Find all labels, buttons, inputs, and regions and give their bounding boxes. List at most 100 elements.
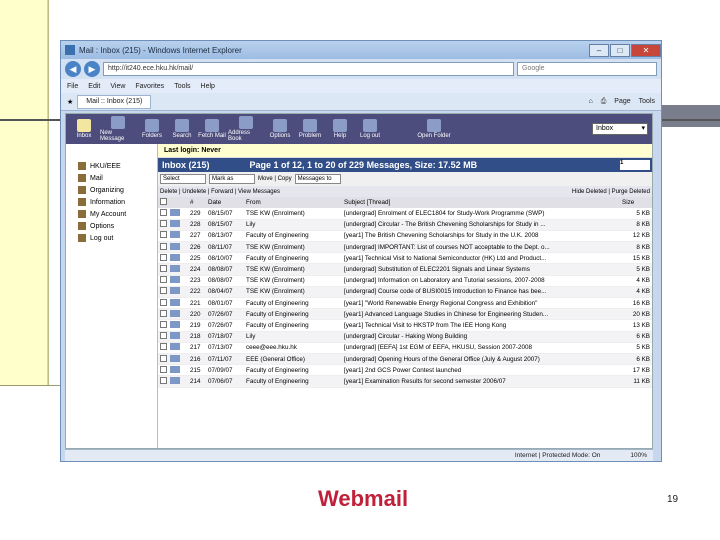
toolbar-new-message[interactable]: New Message bbox=[100, 116, 136, 142]
row-checkbox[interactable] bbox=[158, 375, 168, 388]
table-row[interactable]: 229 08/15/07 TSE KW (Enrolment) [undergrad]… bbox=[158, 208, 652, 220]
back-icon[interactable]: ◀ bbox=[65, 61, 81, 77]
row-checkbox[interactable] bbox=[158, 219, 168, 231]
row-from[interactable]: TSE KW (Enrolment) bbox=[244, 241, 342, 254]
actions-left[interactable]: Delete | Undelete | Forward | View Messa… bbox=[160, 189, 280, 195]
row-from[interactable]: Faculty of Engineering bbox=[244, 230, 342, 243]
row-subject[interactable]: [year1] "World Renewable Energy Regional… bbox=[342, 297, 620, 310]
row-from[interactable]: Faculty of Engineering bbox=[244, 308, 342, 321]
row-subject[interactable]: [undergrad] Opening Hours of the General… bbox=[342, 353, 620, 366]
toolbar-problem[interactable]: Problem bbox=[296, 119, 324, 139]
sidebar-item-my-account[interactable]: My Account bbox=[66, 208, 157, 220]
row-from[interactable]: Lily bbox=[244, 219, 342, 231]
toolbar-search[interactable]: Search bbox=[168, 119, 196, 139]
toolbar-fetch-mail[interactable]: Fetch Mail bbox=[198, 119, 226, 139]
table-row[interactable]: 220 07/26/07 Faculty of Engineering [year1]… bbox=[158, 308, 652, 321]
table-row[interactable]: 216 07/11/07 EEE (General Office) [undergra… bbox=[158, 353, 652, 366]
row-checkbox[interactable] bbox=[158, 342, 168, 354]
select-dropdown[interactable]: Select bbox=[160, 174, 206, 184]
row-subject[interactable]: [year1] Examination Results for second s… bbox=[342, 375, 620, 388]
sidebar-item-information[interactable]: Information bbox=[66, 196, 157, 208]
actions-right[interactable]: Hide Deleted | Purge Deleted bbox=[572, 189, 652, 195]
table-row[interactable]: 226 08/11/07 TSE KW (Enrolment) [undergrad]… bbox=[158, 241, 652, 254]
col-date[interactable]: Date bbox=[206, 197, 244, 208]
home-icon[interactable]: ⌂ bbox=[588, 98, 592, 106]
page-select[interactable]: 1 bbox=[620, 160, 650, 170]
row-from[interactable]: TSE KW (Enrolment) bbox=[244, 275, 342, 287]
messages-to-dropdown[interactable]: Messages to bbox=[294, 174, 341, 184]
row-from[interactable]: Faculty of Engineering bbox=[244, 364, 342, 377]
sidebar-item-log-out[interactable]: Log out bbox=[66, 232, 157, 244]
toolbar-inbox[interactable]: Inbox bbox=[70, 119, 98, 139]
url-input[interactable]: http://it240.ece.hku.hk/mail/ bbox=[103, 62, 514, 76]
row-subject[interactable]: [year1] Technical Visit to National Semi… bbox=[342, 252, 620, 265]
col-from[interactable]: From bbox=[244, 197, 342, 208]
toolbar-options[interactable]: Options bbox=[266, 119, 294, 139]
mark-dropdown[interactable]: Mark as bbox=[209, 174, 255, 184]
row-from[interactable]: TSE KW (Enrolment) bbox=[244, 286, 342, 299]
menu-file[interactable]: File bbox=[67, 83, 78, 90]
row-from[interactable]: Lily bbox=[244, 331, 342, 343]
row-checkbox[interactable] bbox=[158, 319, 168, 332]
row-subject[interactable]: [year1] The British Chevening Scholarshi… bbox=[342, 230, 620, 243]
table-row[interactable]: 227 08/13/07 Faculty of Engineering [year1]… bbox=[158, 230, 652, 243]
row-from[interactable]: EEE (General Office) bbox=[244, 353, 342, 366]
row-from[interactable]: Faculty of Engineering bbox=[244, 375, 342, 388]
close-button[interactable]: ✕ bbox=[631, 43, 661, 57]
row-checkbox[interactable] bbox=[158, 331, 168, 343]
favorites-star-icon[interactable]: ★ bbox=[67, 98, 73, 106]
row-subject[interactable]: [year1] Advanced Language Studies in Chi… bbox=[342, 308, 620, 321]
tools-menu[interactable]: Tools bbox=[639, 98, 655, 106]
col-subject[interactable]: Subject [Thread] bbox=[342, 197, 620, 208]
select-all-checkbox[interactable] bbox=[158, 197, 168, 208]
table-row[interactable]: 214 07/06/07 Faculty of Engineering [year1]… bbox=[158, 375, 652, 388]
row-subject[interactable]: [undergrad] Circular - The British Cheve… bbox=[342, 219, 620, 231]
move-copy[interactable]: Move | Copy bbox=[258, 176, 292, 182]
row-subject[interactable]: [undergrad] Course code of BUSI0015 Intr… bbox=[342, 286, 620, 299]
row-checkbox[interactable] bbox=[158, 364, 168, 377]
row-checkbox[interactable] bbox=[158, 308, 168, 321]
row-subject[interactable]: [year1] 2nd GCS Power Contest launched bbox=[342, 364, 620, 377]
table-row[interactable]: 222 08/04/07 TSE KW (Enrolment) [undergrad]… bbox=[158, 286, 652, 299]
print-icon[interactable]: ⎙ bbox=[601, 98, 607, 106]
menu-help[interactable]: Help bbox=[201, 83, 215, 90]
row-subject[interactable]: [undergrad] Enrolment of ELEC1804 for St… bbox=[342, 208, 620, 220]
row-from[interactable]: Faculty of Engineering bbox=[244, 319, 342, 332]
table-row[interactable]: 224 08/08/07 TSE KW (Enrolment) [undergrad]… bbox=[158, 263, 652, 276]
toolbar-open-folder[interactable]: Open Folder bbox=[416, 119, 452, 139]
toolbar-address-book[interactable]: Address Book bbox=[228, 116, 264, 142]
row-checkbox[interactable] bbox=[158, 297, 168, 310]
row-subject[interactable]: [undergrad] Information on Laboratory an… bbox=[342, 275, 620, 287]
maximize-button[interactable]: □ bbox=[610, 43, 630, 57]
toolbar-folders[interactable]: Folders bbox=[138, 119, 166, 139]
table-row[interactable]: 223 08/08/07 TSE KW (Enrolment) [undergrad]… bbox=[158, 275, 652, 287]
search-input[interactable]: Google bbox=[517, 62, 657, 76]
sidebar-item-hku-eee[interactable]: HKU/EEE bbox=[66, 160, 157, 172]
menu-view[interactable]: View bbox=[110, 83, 125, 90]
row-checkbox[interactable] bbox=[158, 353, 168, 366]
menu-favorites[interactable]: Favorites bbox=[135, 83, 164, 90]
sidebar-item-organizing[interactable]: Organizing bbox=[66, 184, 157, 196]
row-subject[interactable]: [undergrad] Circular - Haking Wong Build… bbox=[342, 331, 620, 343]
toolbar-log-out[interactable]: Log out bbox=[356, 119, 384, 139]
folder-select[interactable]: Inbox ▾ bbox=[592, 123, 648, 135]
table-row[interactable]: 225 08/10/07 Faculty of Engineering [year1]… bbox=[158, 252, 652, 265]
row-checkbox[interactable] bbox=[158, 286, 168, 299]
row-checkbox[interactable] bbox=[158, 275, 168, 287]
tab-mail[interactable]: Mail :: Inbox (215) bbox=[77, 94, 152, 109]
menu-edit[interactable]: Edit bbox=[88, 83, 100, 90]
zoom-level[interactable]: 100% bbox=[630, 452, 647, 459]
table-row[interactable]: 217 07/13/07 ceee@eee.hku.hk [undergrad] [E… bbox=[158, 342, 652, 354]
col-number[interactable]: # bbox=[188, 197, 206, 208]
row-from[interactable]: Faculty of Engineering bbox=[244, 297, 342, 310]
col-size[interactable]: Size bbox=[620, 197, 652, 208]
row-checkbox[interactable] bbox=[158, 208, 168, 220]
menu-tools[interactable]: Tools bbox=[174, 83, 190, 90]
table-row[interactable]: 218 07/18/07 Lily [undergrad] Circular - Ha… bbox=[158, 331, 652, 343]
sidebar-item-options[interactable]: Options bbox=[66, 220, 157, 232]
row-from[interactable]: TSE KW (Enrolment) bbox=[244, 263, 342, 276]
table-row[interactable]: 215 07/09/07 Faculty of Engineering [year1]… bbox=[158, 364, 652, 377]
toolbar-help[interactable]: Help bbox=[326, 119, 354, 139]
page-menu[interactable]: Page bbox=[614, 98, 630, 106]
row-subject[interactable]: [undergrad] Substitution of ELEC2201 Sig… bbox=[342, 263, 620, 276]
